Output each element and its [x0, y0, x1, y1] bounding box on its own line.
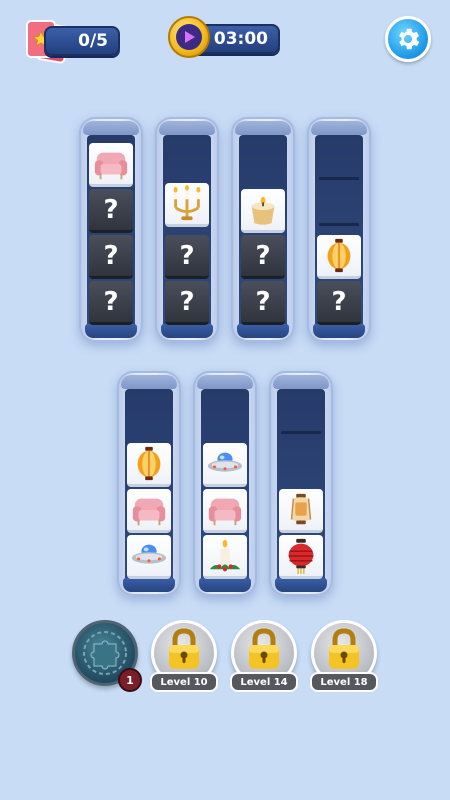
tile-hidden: ?	[165, 281, 209, 325]
play-arrow-icon	[185, 31, 195, 43]
column-7[interactable]	[269, 371, 333, 596]
tile-candle[interactable]	[241, 189, 285, 233]
level-18-label: Level 18	[310, 672, 378, 692]
padlock-icon	[324, 627, 364, 671]
cards-progress-text: 0/5	[78, 31, 108, 51]
timer-clock-icon	[168, 16, 210, 58]
tile-hidden: ?	[89, 235, 133, 279]
tile-sofa	[203, 489, 247, 533]
gear-icon	[399, 28, 420, 50]
column-6[interactable]	[193, 371, 257, 596]
column-1[interactable]: ? ? ?	[79, 117, 143, 342]
tile-candelabra[interactable]	[165, 183, 209, 227]
level-10-label: Level 10	[150, 672, 218, 692]
tile-sofa[interactable]	[89, 143, 133, 187]
shuffle-count-badge: 1	[118, 668, 142, 692]
tile-hidden: ?	[241, 235, 285, 279]
tile-hidden: ?	[241, 281, 285, 325]
tile-lantern[interactable]	[317, 235, 361, 279]
tile-ufo[interactable]	[203, 443, 247, 487]
padlock-icon	[244, 627, 284, 671]
column-4[interactable]: ?	[307, 117, 371, 342]
tile-hidden: ?	[89, 189, 133, 233]
timer-text: 03:00	[213, 29, 268, 49]
settings-button[interactable]	[385, 16, 431, 62]
tile-candle-holly	[203, 535, 247, 579]
tile-hidden: ?	[89, 281, 133, 325]
tile-paper-lantern[interactable]	[279, 489, 323, 533]
column-3[interactable]: ? ?	[231, 117, 295, 342]
tile-lantern[interactable]	[127, 443, 171, 487]
tile-sofa	[127, 489, 171, 533]
cards-progress-pill: 0/5	[44, 26, 120, 56]
tile-red-lantern	[279, 535, 323, 579]
column-5[interactable]	[117, 371, 181, 596]
column-2[interactable]: ? ?	[155, 117, 219, 342]
tile-hidden: ?	[317, 281, 361, 325]
tile-hidden: ?	[165, 235, 209, 279]
puzzle-shuffle-icon	[83, 631, 127, 675]
padlock-icon	[164, 627, 204, 671]
level-14-label: Level 14	[230, 672, 298, 692]
tile-ufo	[127, 535, 171, 579]
